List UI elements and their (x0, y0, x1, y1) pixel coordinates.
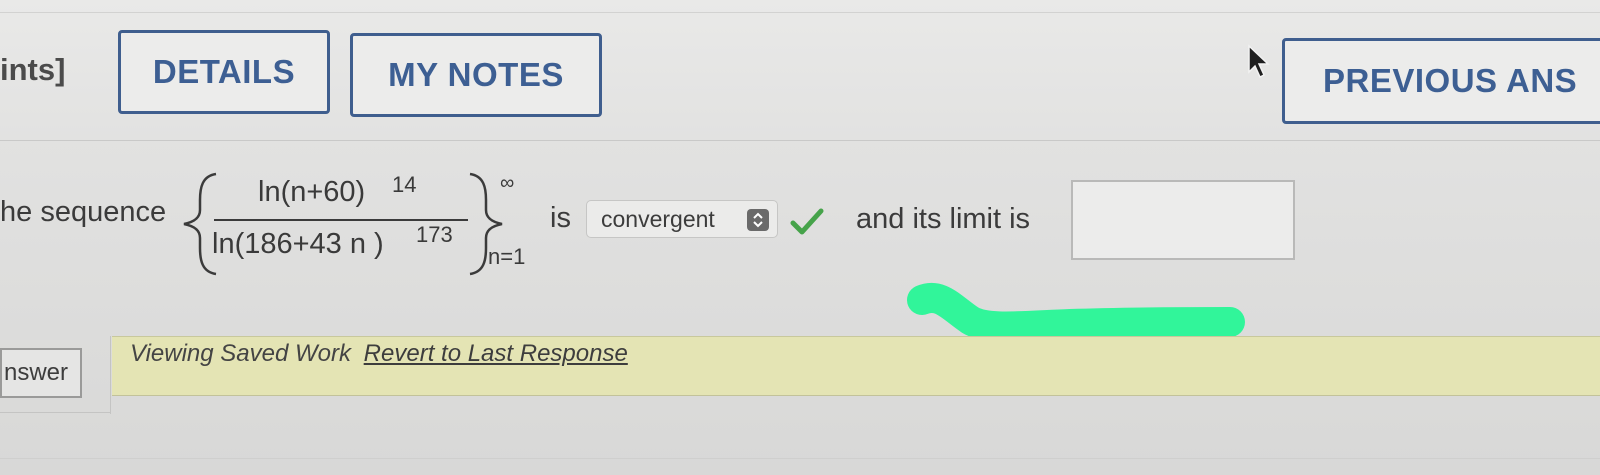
is-label: is (550, 202, 571, 234)
fraction-denominator: ln(186+43 n ) (212, 228, 384, 260)
screen: ints] DETAILS MY NOTES PREVIOUS ANS he s… (0, 0, 1600, 475)
denominator-exponent: 173 (416, 222, 453, 247)
revert-link[interactable]: Revert to Last Response (364, 340, 628, 367)
limit-answer-input[interactable] (1071, 180, 1295, 260)
viewing-saved-label: Viewing Saved Work (130, 340, 351, 367)
bottom-divider (0, 458, 1600, 459)
upper-limit: ∞ (500, 172, 515, 194)
select-value: convergent (601, 205, 715, 232)
details-button[interactable]: DETAILS (118, 30, 330, 114)
saved-work-text: Viewing Saved Work Revert to Last Respon… (130, 340, 628, 368)
points-label: ints] (0, 52, 66, 87)
fraction-numerator: ln(n+60) (258, 176, 366, 208)
submit-answer-button[interactable]: nswer (0, 348, 82, 398)
my-notes-button[interactable]: MY NOTES (350, 33, 602, 117)
numerator-exponent: 14 (392, 172, 417, 197)
panel-divider-vertical (110, 336, 111, 414)
mouse-pointer-icon (1248, 44, 1270, 79)
checkmark-icon (790, 208, 824, 235)
limit-label: and its limit is (856, 203, 1031, 235)
previous-answers-button[interactable]: PREVIOUS ANS (1282, 38, 1600, 124)
lower-limit: n=1 (488, 244, 526, 269)
header-divider (0, 12, 1600, 13)
convergence-select[interactable]: convergent (586, 200, 778, 238)
question-prefix: he sequence (0, 196, 167, 228)
chevron-updown-icon (747, 209, 769, 231)
panel-divider-horizontal (0, 412, 110, 413)
